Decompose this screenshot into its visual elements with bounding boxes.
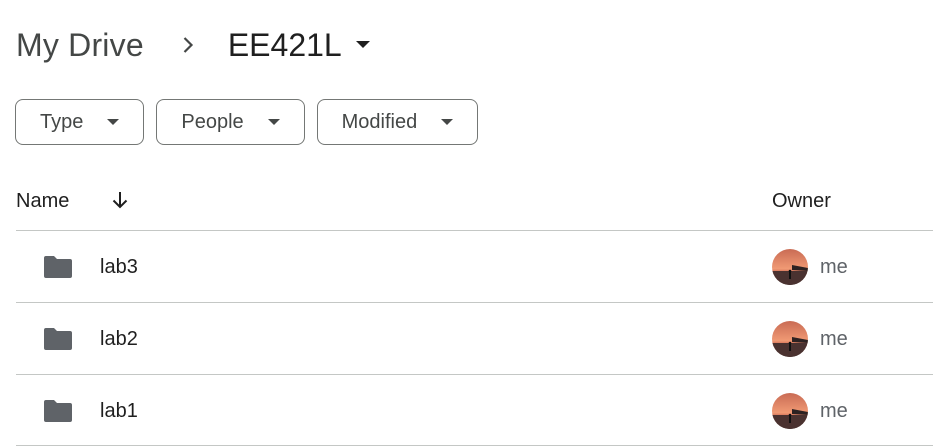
folder-icon [42,255,74,279]
folder-icon [42,327,74,351]
owner-cell: me [772,375,848,447]
file-list-header: Name Owner [16,172,933,230]
avatar [772,321,808,357]
file-name: lab3 [100,255,138,278]
owner-cell: me [772,303,848,375]
avatar [772,249,808,285]
filter-people-label: People [181,110,244,133]
filter-people-button[interactable]: People [156,99,305,145]
breadcrumb-current-folder[interactable]: EE421L [228,27,370,64]
chevron-right-icon [180,37,196,53]
owner-cell: me [772,231,848,303]
column-header-name[interactable]: Name [16,190,69,213]
breadcrumb-my-drive[interactable]: My Drive [16,27,144,64]
filter-type-button[interactable]: Type [15,99,145,145]
caret-down-icon [107,118,120,126]
table-row[interactable]: lab2 me [16,302,933,374]
owner-name: me [820,255,848,278]
avatar [772,393,808,429]
file-list: lab3 me lab2 me lab1 me [16,230,933,446]
file-name: lab1 [100,399,138,422]
breadcrumb: My Drive EE421L [16,22,370,68]
filter-modified-label: Modified [341,110,418,133]
caret-down-icon [355,41,370,49]
filter-bar: Type People Modified [15,99,479,145]
caret-down-icon [441,118,454,126]
filter-modified-button[interactable]: Modified [316,99,479,145]
arrow-down-icon[interactable] [110,190,130,210]
owner-name: me [820,399,848,422]
column-header-owner[interactable]: Owner [772,172,831,230]
table-row[interactable]: lab1 me [16,374,933,446]
filter-type-label: Type [40,110,84,133]
caret-down-icon [267,118,280,126]
owner-name: me [820,327,848,350]
current-folder-title: EE421L [227,26,342,63]
folder-icon [42,399,74,423]
file-name: lab2 [100,327,138,350]
table-row[interactable]: lab3 me [16,230,933,302]
